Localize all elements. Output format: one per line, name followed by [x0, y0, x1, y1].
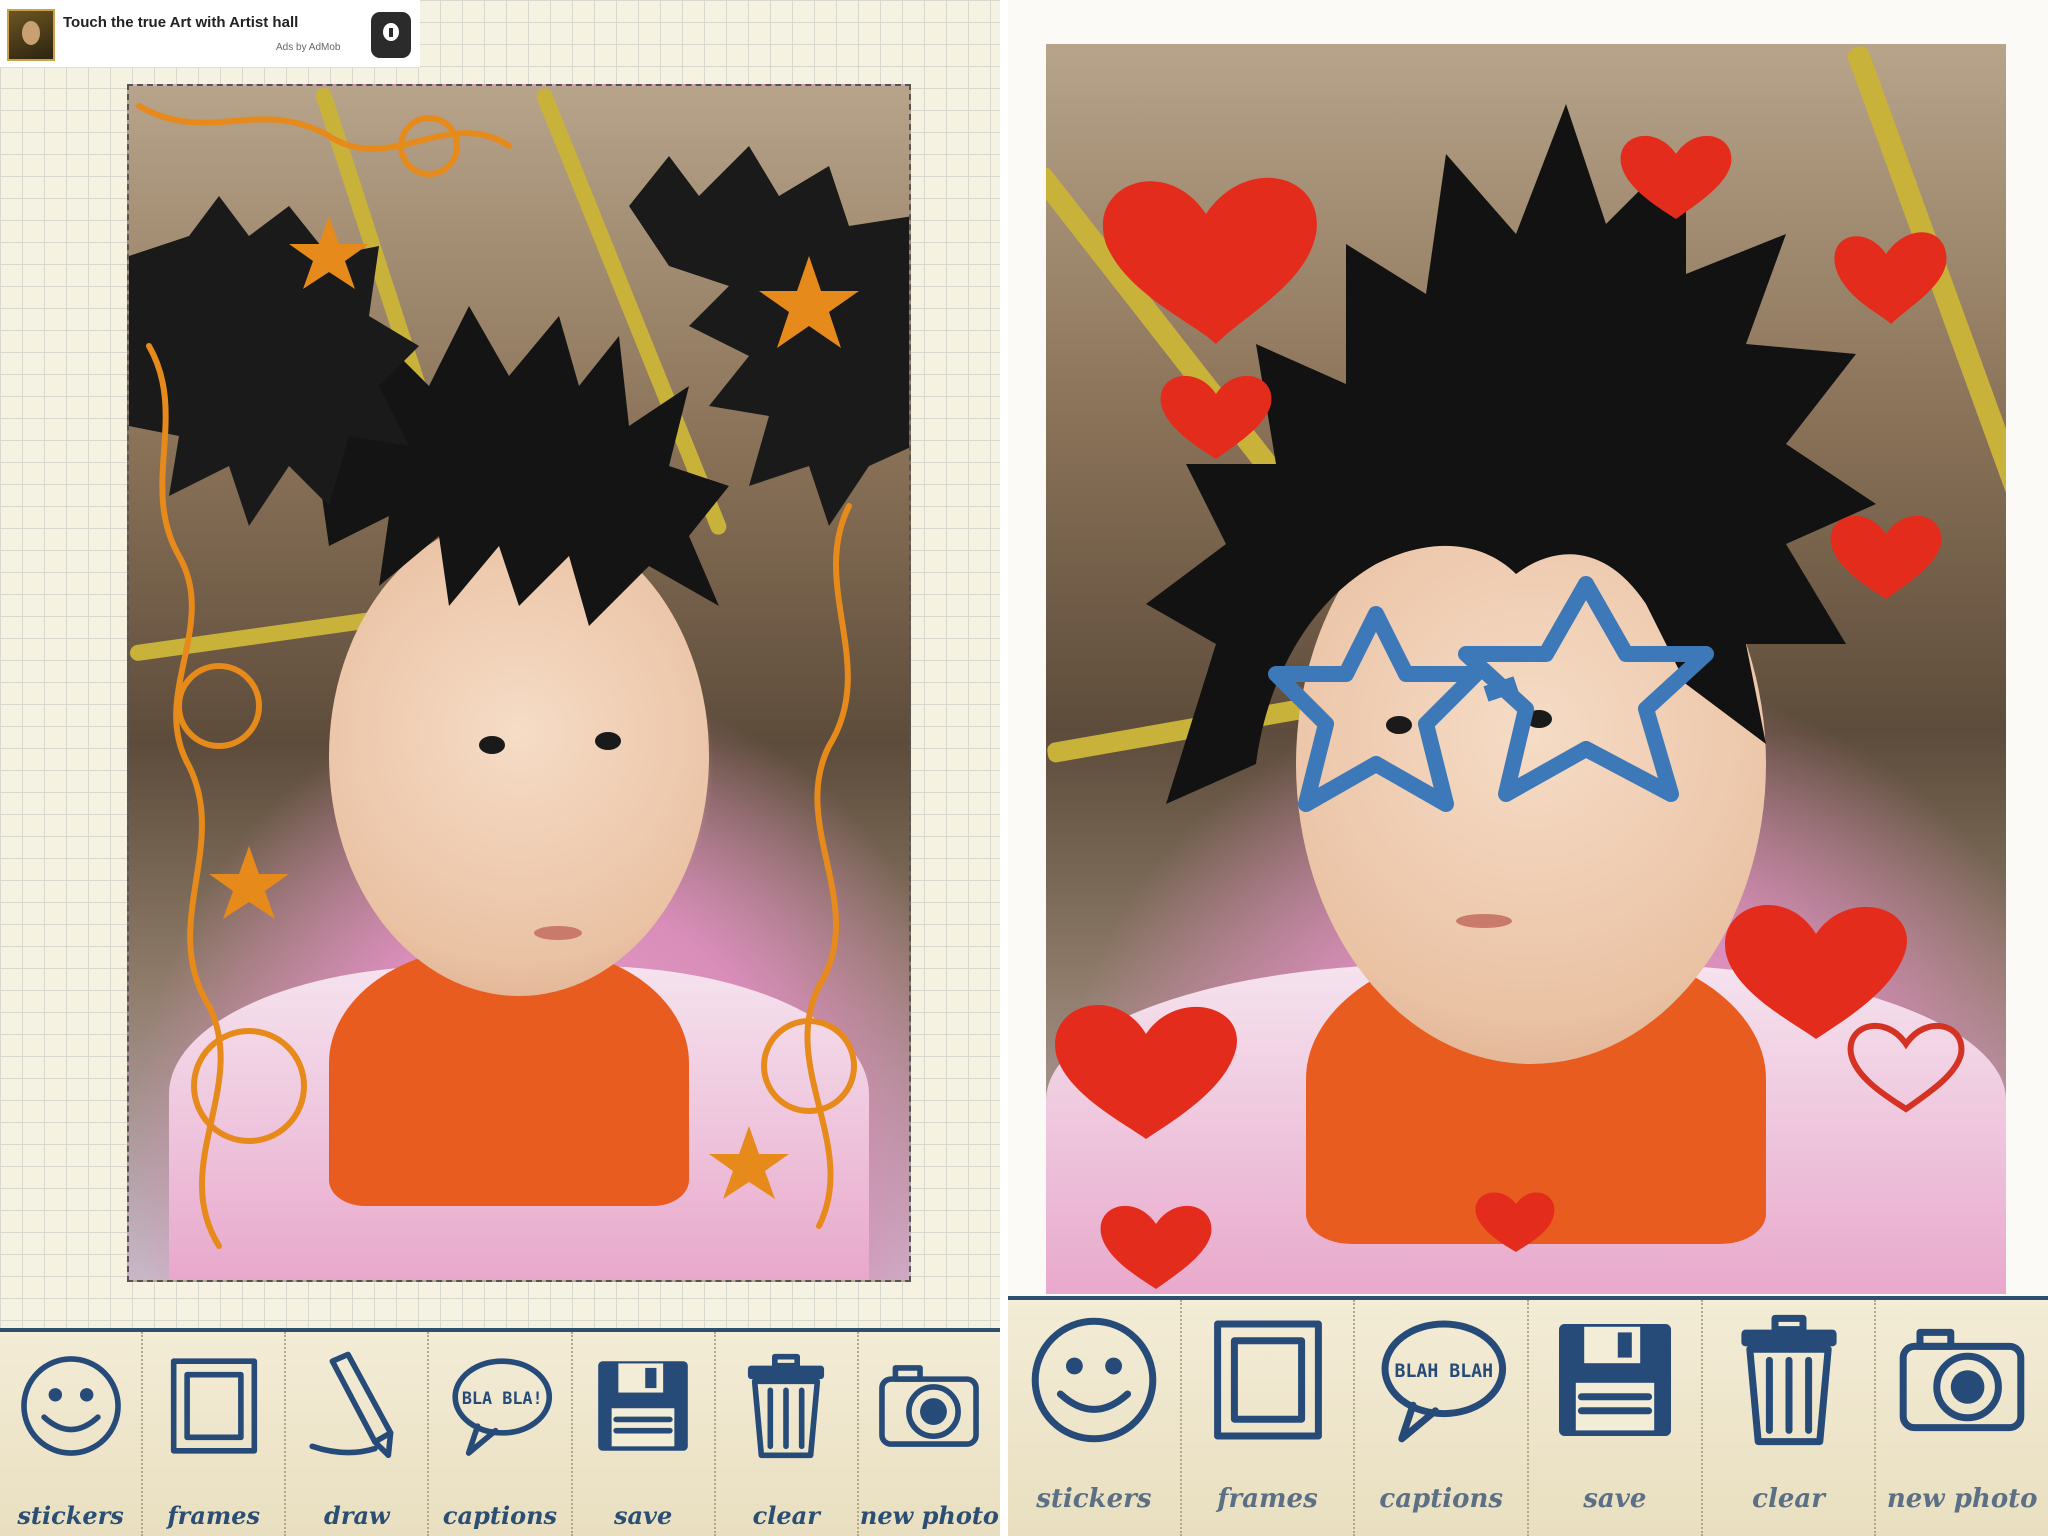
toolbar: stickers frames BLAH BLAH captions save	[1008, 1296, 2048, 1536]
ad-banner[interactable]: Touch the true Art with Artist hall Ads …	[0, 0, 420, 68]
floppy-disk-icon	[598, 1361, 688, 1451]
frames-button[interactable]: frames	[143, 1332, 287, 1536]
new-photo-label: new photo	[1886, 1484, 2038, 1514]
photo-canvas[interactable]	[127, 84, 911, 1282]
clear-label: clear	[752, 1501, 820, 1530]
frame-icon	[170, 1358, 257, 1454]
captions-button[interactable]: BLAH BLAH captions	[1355, 1300, 1530, 1536]
stickers-button[interactable]: stickers	[1008, 1300, 1182, 1536]
download-icon[interactable]	[371, 12, 411, 58]
speech-bubble-icon: BLAH BLAH	[1381, 1320, 1507, 1443]
captions-button[interactable]: BLA BLA! captions	[429, 1332, 573, 1536]
clear-button[interactable]: clear	[716, 1332, 859, 1536]
smiley-icon	[20, 1356, 121, 1456]
left-app-screen: Touch the true Art with Artist hall Ads …	[0, 0, 1000, 1536]
photo-canvas[interactable]	[1046, 44, 2006, 1294]
hearts-sticker[interactable]	[1046, 44, 2006, 1294]
clear-button[interactable]: clear	[1703, 1300, 1877, 1536]
save-button[interactable]: save	[573, 1332, 716, 1536]
new-photo-button[interactable]: new photo	[1876, 1300, 2048, 1536]
trash-can-icon	[1740, 1314, 1837, 1446]
camera-icon	[879, 1365, 980, 1447]
stickers-label: stickers	[1036, 1484, 1152, 1514]
new-photo-button[interactable]: new photo	[859, 1332, 1000, 1536]
ad-thumbnail-icon	[7, 9, 55, 61]
right-app-screen: stickers frames BLAH BLAH captions save	[1008, 0, 2048, 1536]
speech-bubble-icon: BLA BLA!	[452, 1358, 553, 1456]
smiley-icon	[1031, 1317, 1157, 1443]
floppy-disk-icon	[1558, 1324, 1671, 1436]
screen-divider	[1000, 0, 1008, 1536]
ad-subtitle: Ads by AdMob	[276, 42, 341, 53]
bubble-text: BLA BLA!	[462, 1388, 543, 1408]
frame-icon	[1213, 1320, 1322, 1440]
ad-title: Touch the true Art with Artist hall	[63, 14, 299, 31]
frames-label: frames	[167, 1501, 261, 1530]
camera-icon	[1899, 1328, 2025, 1432]
draw-label: draw	[324, 1501, 390, 1530]
save-label: save	[613, 1501, 673, 1530]
save-label: save	[1583, 1484, 1647, 1514]
frames-label: frames	[1217, 1484, 1318, 1514]
stickers-button[interactable]: stickers	[0, 1332, 144, 1536]
orange-frame-sticker[interactable]	[129, 86, 911, 1282]
clear-label: clear	[1752, 1484, 1825, 1514]
trash-can-icon	[748, 1353, 825, 1459]
captions-label: captions	[1379, 1484, 1503, 1514]
frames-button[interactable]: frames	[1182, 1300, 1356, 1536]
draw-button[interactable]: draw	[286, 1332, 430, 1536]
bubble-text: BLAH BLAH	[1395, 1361, 1494, 1382]
captions-label: captions	[442, 1501, 558, 1530]
toolbar: stickers frames draw BLA BLA! captions s…	[0, 1328, 1000, 1536]
new-photo-label: new photo	[859, 1501, 999, 1530]
stickers-label: stickers	[17, 1501, 124, 1530]
save-button[interactable]: save	[1529, 1300, 1703, 1536]
pencil-icon	[309, 1351, 394, 1459]
